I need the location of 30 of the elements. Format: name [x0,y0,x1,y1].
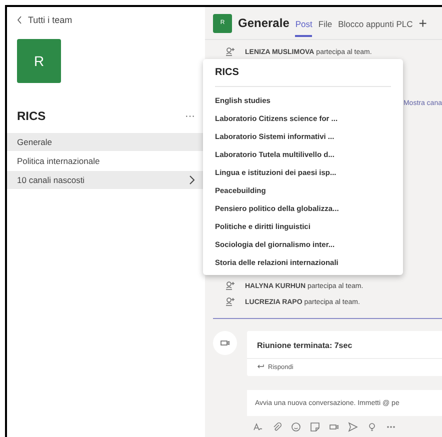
video-camera-icon[interactable] [329,422,339,432]
channel-item[interactable]: Generale [7,133,205,151]
reply-arrow-icon [257,364,264,369]
chevron-right-icon [189,175,195,185]
format-icon[interactable] [253,422,263,432]
person-add-icon [225,47,235,57]
channel-title: Generale [238,16,290,30]
add-tab-button[interactable]: + [418,15,427,31]
tab[interactable]: File [318,13,332,37]
person-add-icon [225,297,235,307]
tab[interactable]: Blocco appunti PLC [338,13,413,37]
hidden-channels-item[interactable]: 10 canali nascosti [7,171,205,189]
tab[interactable]: Post [295,13,312,37]
chevron-left-icon [17,16,22,24]
lightbulb-icon[interactable] [367,422,377,432]
sticker-icon[interactable] [310,422,320,432]
team-name: RICS [17,109,46,123]
send-icon[interactable] [348,422,358,432]
hidden-channels-label: 10 canali nascosti [17,175,85,185]
back-link[interactable]: Tutti i team [17,15,205,25]
popup-title: RICS [215,67,391,87]
more-options[interactable]: ··· [185,110,195,122]
video-camera-icon [220,338,230,348]
back-link-label[interactable]: Tutti i team [28,15,72,25]
emoji-icon[interactable] [291,422,301,432]
person-add-icon [225,281,235,291]
paperclip-icon[interactable] [272,422,282,432]
meeting-title: Riunione terminata: 7sec [247,331,442,359]
team-avatar: R [17,39,61,83]
channel-item[interactable]: Politica internazionale [7,152,205,170]
